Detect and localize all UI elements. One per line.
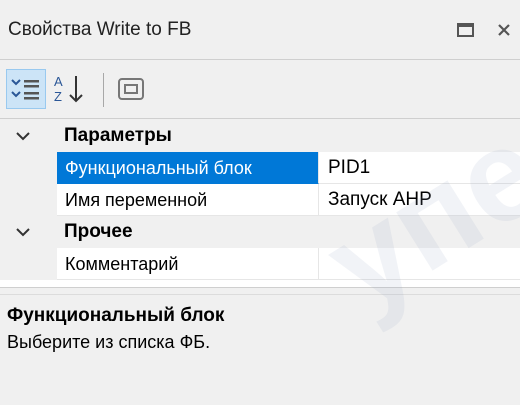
property-value[interactable]: Запуск АНР (319, 184, 520, 216)
property-pages-icon (118, 78, 144, 100)
categorized-view-button[interactable] (6, 69, 46, 109)
category-row-other[interactable]: Прочее (0, 216, 520, 248)
categorized-view-icon (11, 79, 39, 100)
chevron-down-icon[interactable] (15, 224, 31, 240)
row-gutter (0, 184, 57, 216)
property-row-function-block[interactable]: Функциональный блок PID1 (0, 152, 520, 184)
category-label: Прочее (64, 221, 133, 242)
category-row-parameters[interactable]: Параметры (0, 120, 520, 152)
close-button[interactable] (490, 16, 518, 44)
sort-alphabetical-icon: A Z (54, 74, 83, 104)
row-gutter (0, 152, 57, 184)
category-label: Параметры (64, 125, 172, 146)
sort-alphabetical-button[interactable]: A Z (52, 71, 88, 107)
property-name[interactable]: Функциональный блок (57, 152, 319, 184)
property-name[interactable]: Комментарий (57, 248, 319, 280)
close-icon (498, 24, 510, 36)
chevron-down-icon[interactable] (15, 128, 31, 144)
panel-title: Свойства Write to FB (8, 19, 192, 40)
property-value-text: PID1 (328, 157, 371, 178)
property-value-text: Запуск АНР (328, 189, 432, 210)
property-name[interactable]: Имя переменной (57, 184, 319, 216)
restore-window-button[interactable] (452, 16, 480, 44)
description-text: Выберите из списка ФБ. (7, 332, 211, 352)
property-value[interactable]: PID1 (319, 152, 520, 184)
property-row-comment[interactable]: Комментарий (0, 248, 520, 280)
property-value[interactable] (319, 248, 520, 280)
toolbar: A Z (0, 61, 520, 119)
description-title: Функциональный блок (7, 305, 225, 326)
toolbar-separator (103, 73, 104, 107)
description-splitter[interactable] (0, 287, 520, 294)
description-pane: Функциональный блок Выберите из списка Ф… (0, 294, 520, 405)
title-bar[interactable]: Свойства Write to FB (0, 0, 520, 60)
svg-text:Z: Z (54, 89, 62, 104)
property-row-variable-name[interactable]: Имя переменной Запуск АНР (0, 184, 520, 216)
row-gutter (0, 248, 57, 280)
property-pages-button[interactable] (113, 71, 149, 107)
restore-window-icon (457, 23, 474, 37)
svg-text:A: A (54, 74, 63, 89)
property-grid: Параметры Функциональный блок PID1 Имя п… (0, 120, 520, 287)
properties-panel: Свойства Write to FB A Z Параметры Функц… (0, 0, 520, 405)
